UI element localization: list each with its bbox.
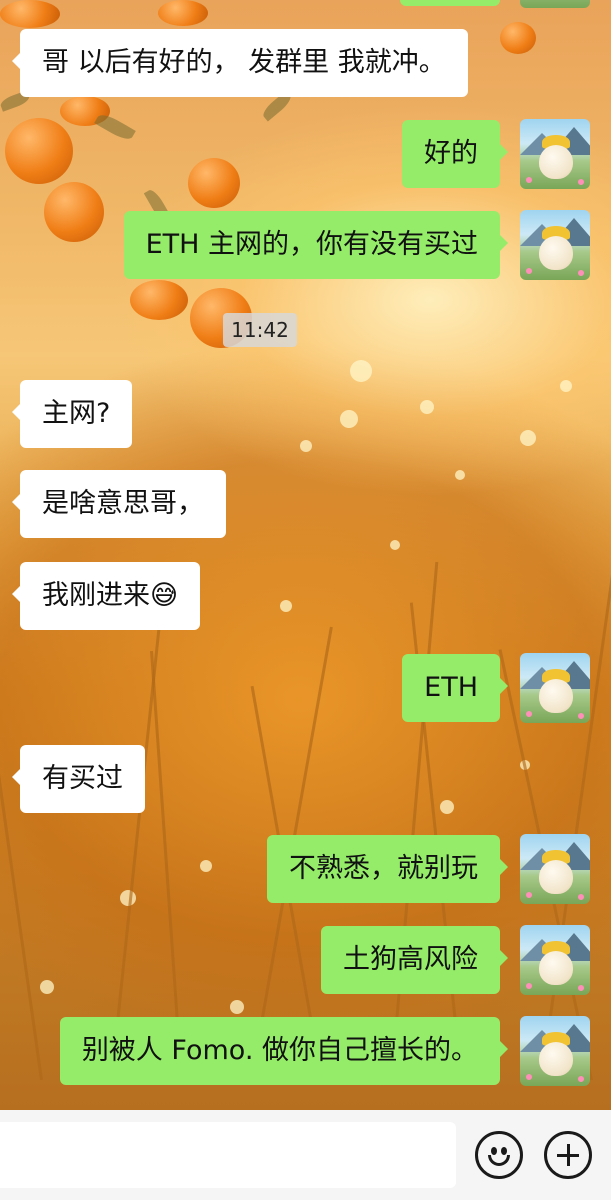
avatar[interactable]: [520, 1016, 590, 1086]
avatar[interactable]: [520, 119, 590, 189]
timestamp-divider: 11:42: [223, 313, 297, 347]
chat-message-list[interactable]: 哥 以后有好的， 发群里 我就冲。 好的 ETH 主网的，你有没有买过 11:4…: [0, 0, 611, 1110]
message-bubble-incoming[interactable]: 哥 以后有好的， 发群里 我就冲。: [12, 29, 468, 97]
avatar[interactable]: [520, 834, 590, 904]
message-bubble-incoming[interactable]: 是啥意思哥，: [12, 470, 226, 538]
chat-input-bar: [0, 1110, 611, 1200]
message-bubble-incoming[interactable]: 我刚进来😅: [11, 562, 201, 630]
message-bubble-outgoing[interactable]: 好的: [402, 120, 508, 188]
message-bubble-outgoing[interactable]: ETH 主网的，你有没有买过: [123, 211, 509, 279]
message-bubble-outgoing[interactable]: [400, 0, 500, 6]
message-bubble-outgoing[interactable]: 别被人 Fomo. 做你自己擅长的。: [59, 1017, 509, 1085]
avatar[interactable]: [520, 925, 590, 995]
avatar[interactable]: [520, 0, 590, 8]
message-bubble-outgoing[interactable]: 不熟悉，就别玩: [267, 835, 508, 903]
avatar[interactable]: [520, 653, 590, 723]
message-input[interactable]: [0, 1122, 456, 1188]
avatar[interactable]: [520, 210, 590, 280]
message-bubble-incoming[interactable]: 主网?: [11, 380, 133, 448]
smiley-icon[interactable]: [475, 1131, 523, 1179]
plus-circle-icon[interactable]: [544, 1131, 592, 1179]
message-bubble-outgoing[interactable]: 土狗高风险: [321, 926, 508, 994]
message-bubble-incoming[interactable]: 有买过: [12, 745, 145, 813]
message-bubble-outgoing[interactable]: ETH: [402, 654, 508, 722]
